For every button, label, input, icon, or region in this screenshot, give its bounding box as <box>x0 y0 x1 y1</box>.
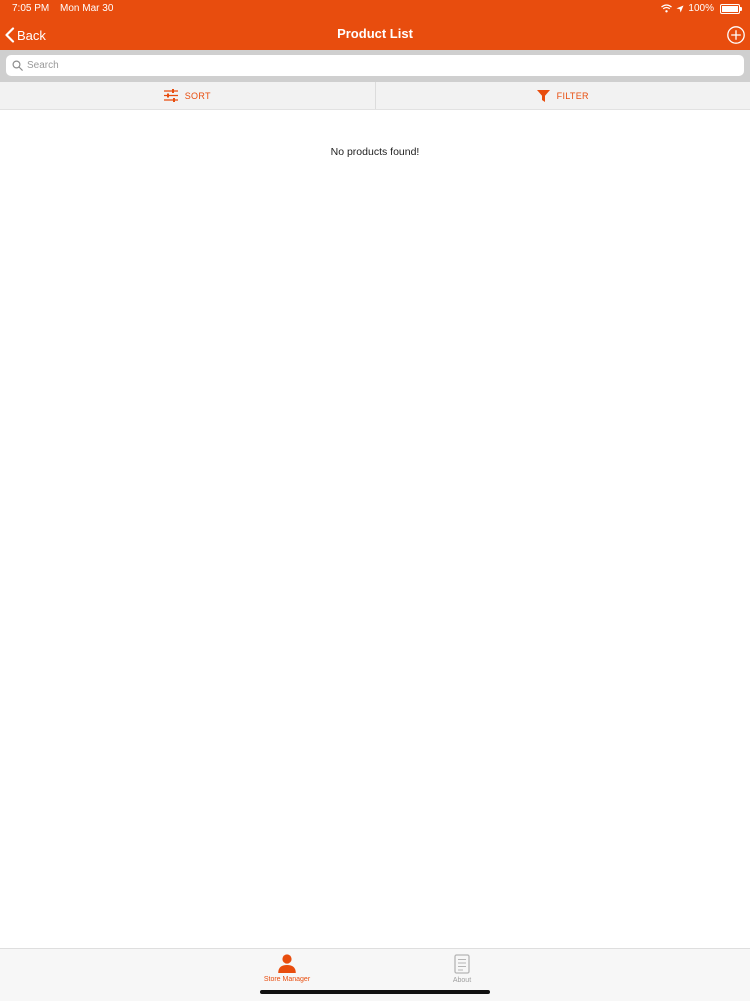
document-icon <box>454 954 470 974</box>
search-input[interactable] <box>27 60 707 71</box>
sort-filter-bar: SORT FILTER <box>0 82 750 110</box>
status-left: 7:05 PM Mon Mar 30 <box>12 3 121 14</box>
add-product-button[interactable] <box>726 25 746 45</box>
wifi-icon <box>661 4 672 13</box>
tab-label-store-manager: Store Manager <box>264 976 310 983</box>
empty-state-message: No products found! <box>0 146 750 158</box>
sort-label: SORT <box>185 91 211 101</box>
filter-button[interactable]: FILTER <box>375 82 750 109</box>
battery-icon <box>720 4 740 14</box>
search-icon <box>12 60 23 71</box>
tab-store-manager[interactable]: Store Manager <box>237 954 337 983</box>
filter-label: FILTER <box>557 91 589 101</box>
person-icon <box>277 954 297 973</box>
plus-circle-icon <box>726 25 746 45</box>
tab-label-about: About <box>453 977 471 984</box>
navigation-bar: 7:05 PM Mon Mar 30 100% Back Product Lis… <box>0 0 750 50</box>
search-bar <box>0 50 750 82</box>
battery-percent: 100% <box>688 3 714 14</box>
status-bar: 7:05 PM Mon Mar 30 100% <box>0 0 750 18</box>
battery-fill <box>722 6 738 12</box>
status-right: 100% <box>661 3 740 14</box>
search-field[interactable] <box>6 55 744 76</box>
sort-button[interactable]: SORT <box>0 82 375 109</box>
tab-about[interactable]: About <box>412 954 512 984</box>
home-indicator <box>260 990 490 994</box>
funnel-icon <box>537 90 550 102</box>
sliders-icon <box>164 89 178 102</box>
status-time: 7:05 PM <box>12 3 49 14</box>
location-arrow-icon <box>676 5 684 13</box>
status-date: Mon Mar 30 <box>60 3 113 14</box>
page-title: Product List <box>0 26 750 41</box>
